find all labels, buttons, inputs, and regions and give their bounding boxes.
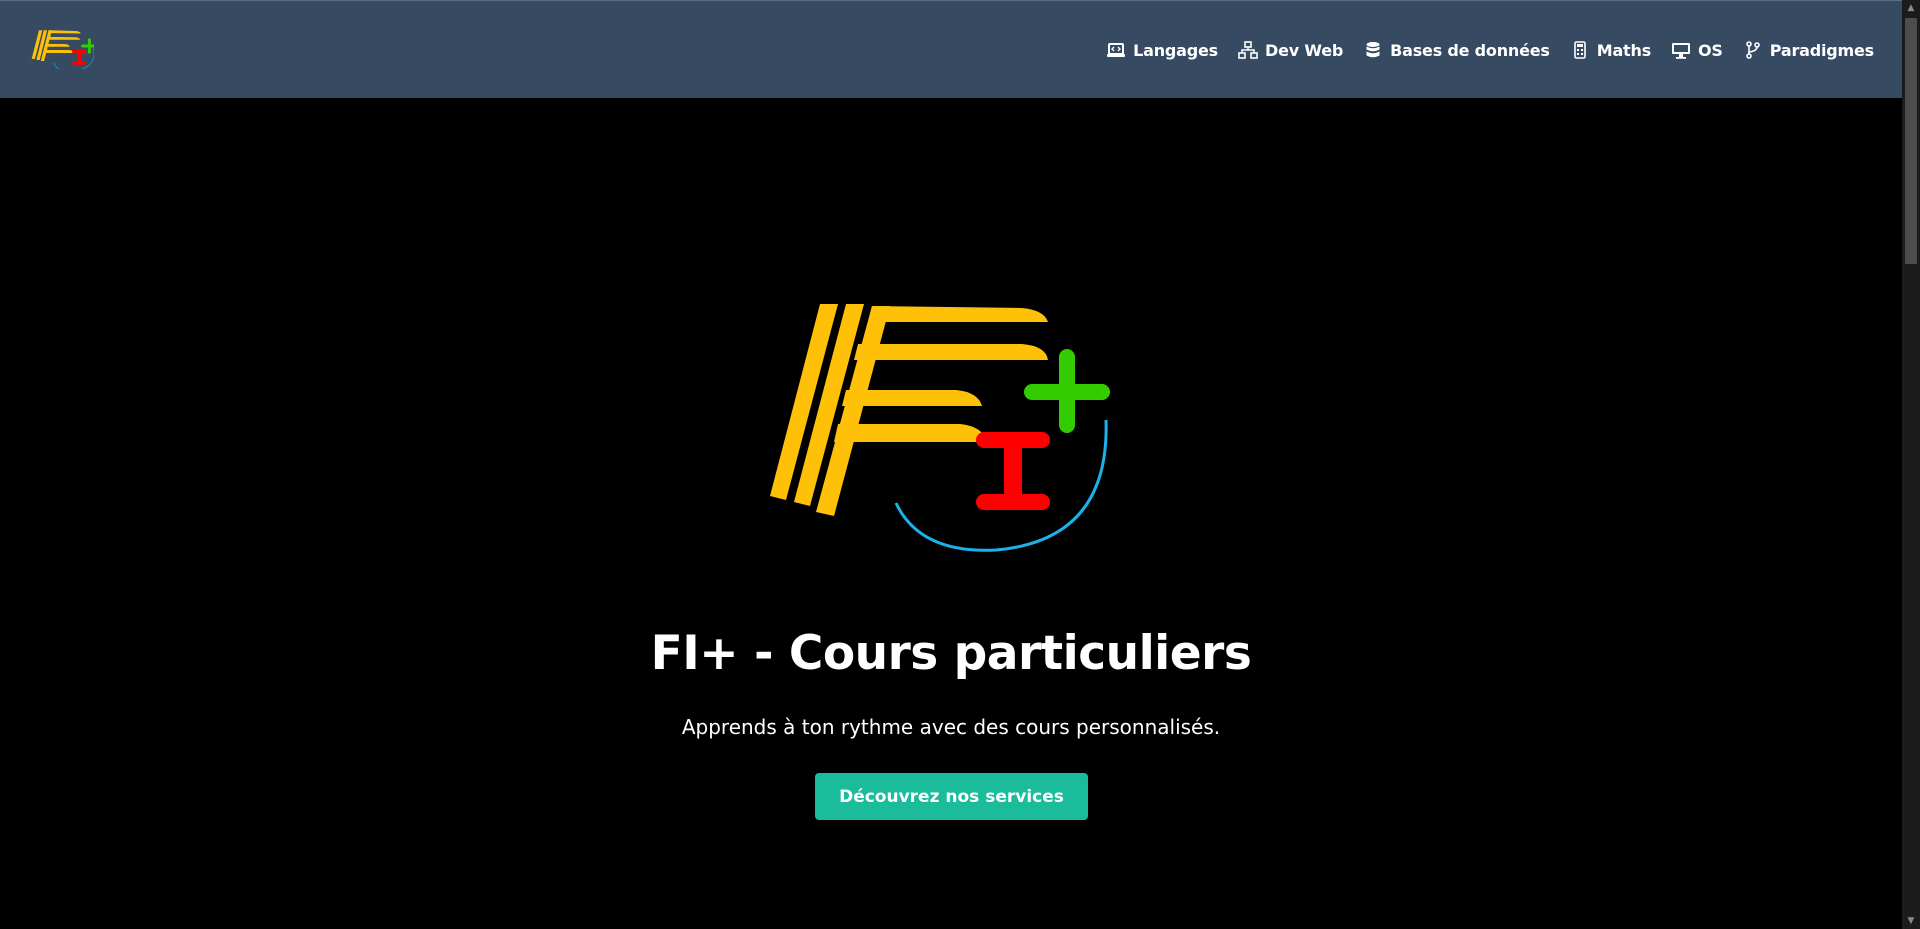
page: Langages Dev Web Bases de données Maths … [0,0,1920,929]
nav-label: Maths [1596,40,1652,60]
fi-plus-logo-icon [770,304,1110,552]
nav-item-os[interactable]: OS [1671,41,1723,60]
scroll-down-arrow-icon[interactable]: ▼ [1902,913,1920,929]
nav-label: Paradigmes [1769,40,1874,60]
calculator-icon [1573,41,1586,59]
fi-plus-logo-icon[interactable] [28,19,94,69]
main-nav: Langages Dev Web Bases de données Maths … [1106,1,1874,99]
nav-item-langages[interactable]: Langages [1106,41,1218,60]
nav-item-dev-web[interactable]: Dev Web [1238,41,1343,60]
scroll-up-arrow-icon[interactable]: ▲ [1902,0,1920,16]
navbar: Langages Dev Web Bases de données Maths … [0,0,1902,98]
nav-item-maths[interactable]: Maths [1570,41,1651,60]
database-icon [1366,42,1380,58]
nav-item-bases-de-donnees[interactable]: Bases de données [1363,41,1550,60]
sitemap-icon [1238,41,1258,59]
desktop-icon [1672,43,1691,59]
hero-title: FI+ - Cours particuliers [650,626,1252,681]
nav-label: Dev Web [1265,40,1344,60]
laptop-code-icon [1107,43,1126,57]
hero-subtitle: Apprends à ton rythme avec des cours per… [681,715,1221,739]
scrollbar[interactable]: ▲ ▼ [1902,0,1920,929]
nav-item-paradigmes[interactable]: Paradigmes [1743,41,1874,60]
scrollbar-thumb[interactable] [1905,18,1917,264]
nav-label: Langages [1133,40,1219,60]
nav-label: Bases de données [1390,40,1550,60]
nav-label: OS [1698,40,1723,60]
code-branch-icon [1745,41,1760,59]
discover-services-button[interactable]: Découvrez nos services [815,773,1088,820]
